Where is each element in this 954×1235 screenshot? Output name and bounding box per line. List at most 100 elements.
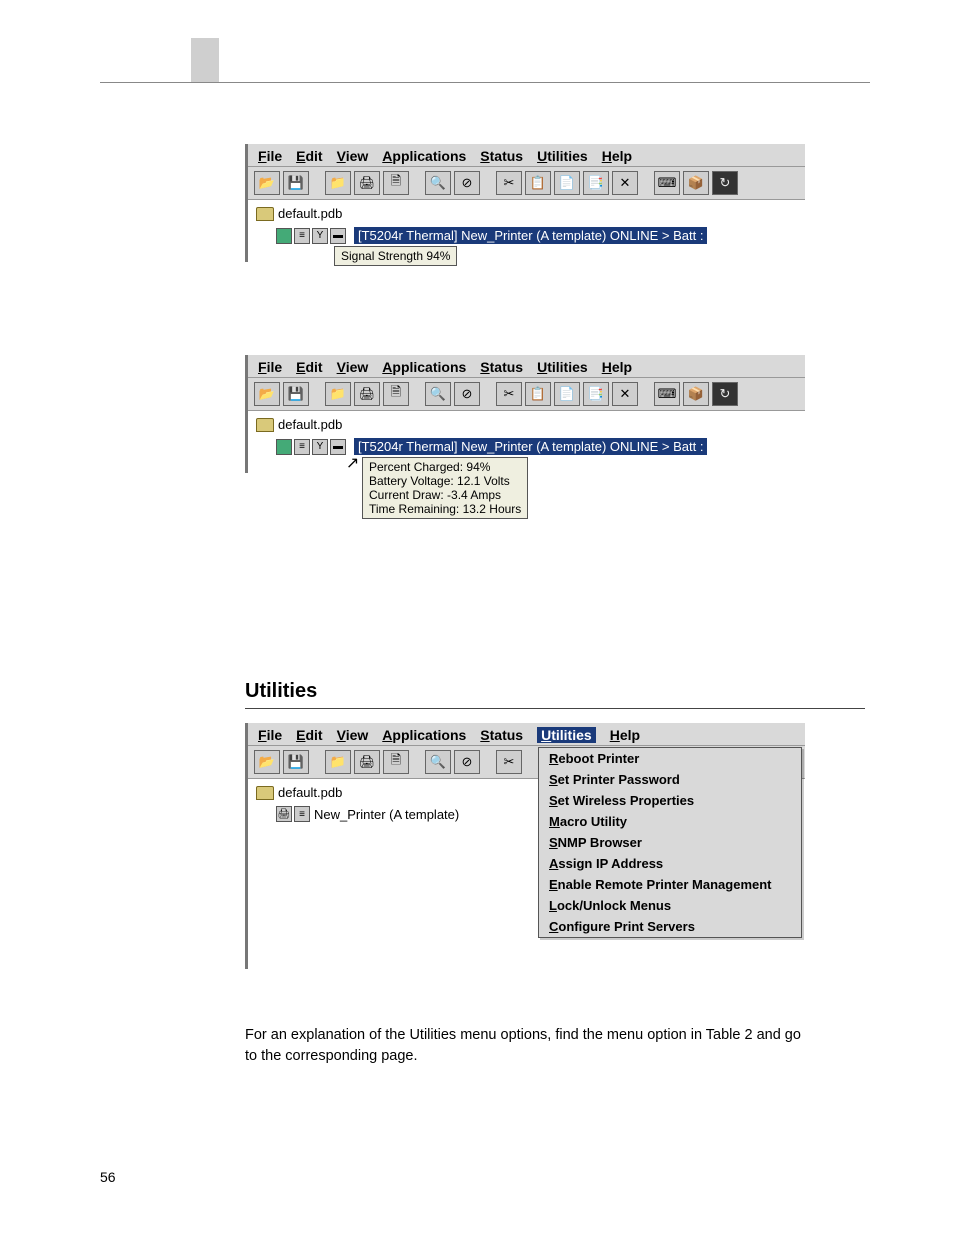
menu-help[interactable]: Help xyxy=(602,148,632,164)
menu-applications[interactable]: Applications xyxy=(382,727,466,743)
keyboard-icon[interactable]: ⌨ xyxy=(654,171,680,195)
menu-file[interactable]: File xyxy=(258,148,282,164)
menu-status[interactable]: Status xyxy=(480,727,523,743)
section-rule xyxy=(245,708,865,709)
menu-utilities[interactable]: Utilities xyxy=(537,148,588,164)
print-icon[interactable]: 🖨 xyxy=(354,750,380,774)
tree-printer-node[interactable]: ≡ Y ▬ [T5204r Thermal] New_Printer (A te… xyxy=(276,227,797,244)
signal-icon: Y xyxy=(312,228,328,244)
folder-icon xyxy=(256,418,274,432)
db-filename: default.pdb xyxy=(278,206,342,221)
doc-icon[interactable]: 🗎 xyxy=(383,750,409,774)
cut-icon[interactable]: ✂ xyxy=(496,382,522,406)
utilities-item-reboot-printer[interactable]: Reboot Printer xyxy=(539,748,801,769)
tree-panel: default.pdb ≡ Y ▬ [T5204r Thermal] New_P… xyxy=(248,411,805,473)
delete-icon[interactable]: ✕ xyxy=(612,382,638,406)
open-icon[interactable]: 📂 xyxy=(254,382,280,406)
find-icon[interactable]: 🔍 xyxy=(425,750,451,774)
menu-edit[interactable]: Edit xyxy=(296,359,322,375)
signal-icon: Y xyxy=(312,439,328,455)
printer-icon: 🖨 xyxy=(276,806,292,822)
copy-icon[interactable]: 📋 xyxy=(525,382,551,406)
menu-help[interactable]: Help xyxy=(602,359,632,375)
printer-label-plain: New_Printer (A template) xyxy=(314,807,459,822)
menu-applications[interactable]: Applications xyxy=(382,148,466,164)
menu-file[interactable]: File xyxy=(258,359,282,375)
delete-icon[interactable]: ✕ xyxy=(612,171,638,195)
status-on-icon xyxy=(276,228,292,244)
node-status-icons: ≡ Y ▬ xyxy=(276,228,346,244)
tree-root[interactable]: default.pdb xyxy=(256,417,797,432)
menu-view[interactable]: View xyxy=(337,727,369,743)
utilities-dropdown: Reboot PrinterSet Printer PasswordSet Wi… xyxy=(538,747,802,938)
menu-edit[interactable]: Edit xyxy=(296,148,322,164)
utilities-item-enable-remote-printer-management[interactable]: Enable Remote Printer Management xyxy=(539,874,801,895)
utilities-item-macro-utility[interactable]: Macro Utility xyxy=(539,811,801,832)
menu-file[interactable]: File xyxy=(258,727,282,743)
save-icon[interactable]: 💾 xyxy=(283,171,309,195)
utilities-item-snmp-browser[interactable]: SNMP Browser xyxy=(539,832,801,853)
save-icon[interactable]: 💾 xyxy=(283,750,309,774)
utilities-item-configure-print-servers[interactable]: Configure Print Servers xyxy=(539,916,801,937)
page-margin-tab xyxy=(191,38,219,82)
cut-icon[interactable]: ✂ xyxy=(496,750,522,774)
toolbar: 📂💾 📁🖨🗎 🔍⊘ ✂📋📄📑✕ ⌨📦↻ xyxy=(248,167,805,200)
cancel-icon[interactable]: ⊘ xyxy=(454,382,480,406)
paste2-icon[interactable]: 📑 xyxy=(583,382,609,406)
utilities-item-set-wireless-properties[interactable]: Set Wireless Properties xyxy=(539,790,801,811)
printer-label: [T5204r Thermal] New_Printer (A template… xyxy=(354,438,707,455)
menu-help[interactable]: Help xyxy=(610,727,640,743)
cut-icon[interactable]: ✂ xyxy=(496,171,522,195)
menubar: File Edit View Applications Status Utili… xyxy=(248,355,805,378)
menu-status[interactable]: Status xyxy=(480,148,523,164)
keyboard-icon[interactable]: ⌨ xyxy=(654,382,680,406)
cancel-icon[interactable]: ⊘ xyxy=(454,750,480,774)
utilities-item-lock-unlock-menus[interactable]: Lock/Unlock Menus xyxy=(539,895,801,916)
copy-icon[interactable]: 📋 xyxy=(525,171,551,195)
menu-edit[interactable]: Edit xyxy=(296,727,322,743)
screenshot-utilities-menu: File Edit View Applications Status Utili… xyxy=(245,723,805,969)
print-icon[interactable]: 🖨 xyxy=(354,171,380,195)
menu-utilities-selected[interactable]: Utilities xyxy=(537,727,596,743)
menu-utilities[interactable]: Utilities xyxy=(537,359,588,375)
package-icon[interactable]: 📦 xyxy=(683,382,709,406)
battery-icon: ▬ xyxy=(330,228,346,244)
tree-printer-node[interactable]: ≡ Y ▬ [T5204r Thermal] New_Printer (A te… xyxy=(276,438,797,455)
cancel-icon[interactable]: ⊘ xyxy=(454,171,480,195)
paste-icon[interactable]: 📄 xyxy=(554,382,580,406)
print-icon[interactable]: 🖨 xyxy=(354,382,380,406)
doc-icon[interactable]: 🗎 xyxy=(383,382,409,406)
menu-view[interactable]: View xyxy=(337,148,369,164)
menu-view[interactable]: View xyxy=(337,359,369,375)
folder-new-icon[interactable]: 📁 xyxy=(325,750,351,774)
db-filename: default.pdb xyxy=(278,417,342,432)
screenshot-signal-strength: File Edit View Applications Status Utili… xyxy=(245,144,805,262)
menu-applications[interactable]: Applications xyxy=(382,359,466,375)
refresh-icon[interactable]: ↻ xyxy=(712,171,738,195)
find-icon[interactable]: 🔍 xyxy=(425,171,451,195)
menu-status[interactable]: Status xyxy=(480,359,523,375)
section-header-utilities: Utilities xyxy=(245,680,317,703)
paste-icon[interactable]: 📄 xyxy=(554,171,580,195)
doc-icon[interactable]: 🗎 xyxy=(383,171,409,195)
folder-new-icon[interactable]: 📁 xyxy=(325,171,351,195)
tooltip-battery: Percent Charged: 94% Battery Voltage: 12… xyxy=(362,457,528,519)
tree-panel: default.pdb ≡ Y ▬ [T5204r Thermal] New_P… xyxy=(248,200,805,262)
find-icon[interactable]: 🔍 xyxy=(425,382,451,406)
utilities-item-assign-ip-address[interactable]: Assign IP Address xyxy=(539,853,801,874)
paste2-icon[interactable]: 📑 xyxy=(583,171,609,195)
list-icon: ≡ xyxy=(294,228,310,244)
page-number: 56 xyxy=(100,1169,116,1185)
open-icon[interactable]: 📂 xyxy=(254,171,280,195)
utilities-item-set-printer-password[interactable]: Set Printer Password xyxy=(539,769,801,790)
open-icon[interactable]: 📂 xyxy=(254,750,280,774)
save-icon[interactable]: 💾 xyxy=(283,382,309,406)
body-paragraph: For an explanation of the Utilities menu… xyxy=(245,1025,805,1067)
screenshot-battery-details: File Edit View Applications Status Utili… xyxy=(245,355,805,473)
node-status-icons: ≡ Y ▬ xyxy=(276,439,346,455)
toolbar: 📂💾 📁🖨🗎 🔍⊘ ✂📋📄📑✕ ⌨📦↻ xyxy=(248,378,805,411)
folder-new-icon[interactable]: 📁 xyxy=(325,382,351,406)
tree-root[interactable]: default.pdb xyxy=(256,206,797,221)
refresh-icon[interactable]: ↻ xyxy=(712,382,738,406)
package-icon[interactable]: 📦 xyxy=(683,171,709,195)
